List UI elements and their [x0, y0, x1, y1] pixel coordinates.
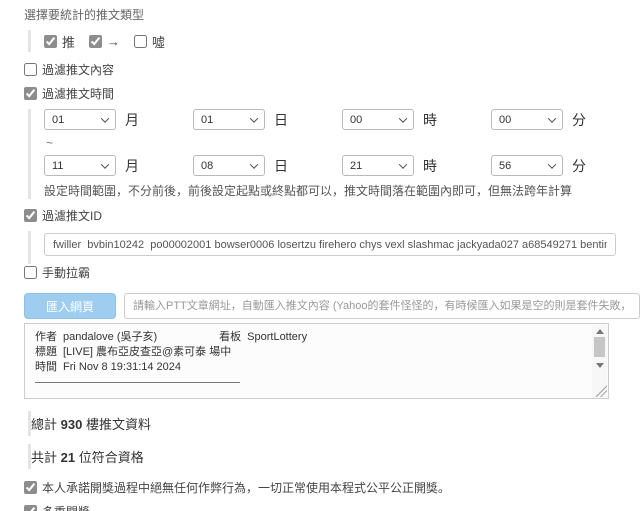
type-option-boo[interactable]: 噓 — [134, 32, 165, 51]
start-hour-value: 00 — [350, 113, 363, 126]
chevron-down-icon — [100, 159, 110, 169]
content-filter-row[interactable]: 過濾推文內容 — [24, 61, 640, 78]
end-month-value: 11 — [52, 159, 64, 172]
id-filter-row[interactable]: 過濾推文ID — [24, 207, 640, 224]
article-time: Fri Nov 8 19:31:14 2024 — [63, 361, 182, 373]
time-filter-group: 01 月 01 日 00 時 00 分 ~ 11 月 08 日 21 時 56 … — [28, 109, 640, 199]
type-filter-group: 推 → 噓 — [28, 30, 640, 52]
time-filter-label: 過濾推文時間 — [42, 87, 115, 101]
type-filter-title: 選擇要統計的推文類型 — [24, 8, 145, 22]
end-day-select[interactable]: 08 — [193, 155, 265, 176]
manual-pull-row[interactable]: 手動拉霸 — [24, 264, 640, 281]
manual-pull-label: 手動拉霸 — [42, 266, 91, 280]
arrow-checkbox[interactable] — [89, 34, 103, 48]
month-unit-label: 月 — [125, 157, 139, 174]
pledge-checkbox[interactable] — [24, 481, 37, 494]
type-option-push[interactable]: 推 — [44, 32, 75, 51]
id-filter-input[interactable] — [44, 233, 616, 256]
pledge-row[interactable]: 本人承諾開獎過程中絕無任何作弊行為，一切正常使用本程式公平公正開獎。 — [24, 479, 640, 496]
article-title-line: 標題 [LIVE] 農布亞皮查亞@素可泰 場中 — [35, 346, 232, 358]
time-filter-row[interactable]: 過濾推文時間 — [24, 85, 640, 102]
start-day-select[interactable]: 01 — [193, 109, 265, 130]
chevron-down-icon — [547, 159, 557, 169]
push-label: 推 — [62, 34, 76, 50]
time-filter-hint: 設定時間範圍，不分前後，前後設定起點或終點都可以，推文時間落在範圍內即可，但無法… — [44, 184, 573, 198]
chevron-down-icon — [398, 113, 408, 123]
push-checkbox[interactable] — [44, 34, 57, 48]
lottery-tool-page: 選擇要統計的推文類型 推 → 噓 過濾推文內容 過濾推文時間 01 月 01 日… — [0, 0, 640, 511]
total-comments-count: 930 — [60, 417, 83, 432]
time-end-row: 11 月 08 日 21 時 56 分 — [44, 155, 640, 176]
article-title: [LIVE] 農布亞皮查亞@素可泰 場中 — [63, 346, 232, 358]
time-range-tilde: ~ — [46, 136, 54, 150]
chevron-down-icon — [547, 113, 557, 123]
day-unit-label: 日 — [274, 157, 288, 174]
start-minute-select[interactable]: 00 — [491, 109, 563, 130]
board-label: 看板 — [219, 331, 242, 343]
end-hour-value: 21 — [350, 159, 363, 172]
hour-unit-label: 時 — [423, 111, 437, 128]
qualified-users-count: 21 — [60, 450, 76, 465]
end-month-select[interactable]: 11 — [44, 155, 116, 176]
time-start-row: 01 月 01 日 00 時 00 分 — [44, 109, 640, 130]
id-filter-group — [28, 231, 640, 264]
article-header-line: 作者 pandalove (吳子亥) 看板 SportLottery — [35, 330, 586, 345]
start-hour-select[interactable]: 00 — [342, 109, 414, 130]
article-separator — [35, 375, 240, 383]
start-day-value: 01 — [201, 113, 214, 126]
time-filter-checkbox[interactable] — [24, 87, 37, 100]
total-comments-stat: 總計 930 樓推文資料 — [28, 411, 640, 436]
chevron-down-icon — [249, 159, 259, 169]
hour-unit-label: 時 — [423, 157, 437, 174]
scroll-up-icon[interactable] — [596, 329, 604, 334]
start-month-value: 01 — [52, 113, 65, 126]
manual-pull-checkbox[interactable] — [24, 266, 37, 279]
content-filter-checkbox[interactable] — [24, 63, 37, 76]
author-label: 作者 — [35, 331, 57, 343]
import-url-button[interactable]: 匯入網頁 — [24, 293, 116, 319]
end-hour-select[interactable]: 21 — [342, 155, 414, 176]
import-row: 匯入網頁 — [24, 293, 640, 319]
end-day-value: 08 — [201, 159, 214, 172]
end-minute-select[interactable]: 56 — [491, 155, 563, 176]
boo-checkbox[interactable] — [134, 34, 148, 48]
qualified-users-stat: 共計 21 位符合資格 — [28, 444, 640, 469]
content-filter-label: 過濾推文內容 — [42, 63, 115, 77]
author-value: pandalove (吳子亥) — [63, 331, 158, 343]
resize-grip-icon[interactable] — [595, 385, 607, 397]
day-unit-label: 日 — [274, 111, 288, 128]
minute-unit-label: 分 — [572, 111, 586, 128]
scrollbar-thumb[interactable] — [594, 337, 605, 357]
start-minute-value: 00 — [499, 113, 512, 126]
multi-draw-label: 多重開獎 — [42, 503, 90, 511]
pledge-label: 本人承諾開獎過程中絕無任何作弊行為，一切正常使用本程式公平公正開獎。 — [42, 481, 451, 495]
article-url-input[interactable] — [124, 293, 640, 319]
chevron-down-icon — [100, 113, 110, 123]
boo-label: 噓 — [152, 34, 166, 50]
chevron-down-icon — [398, 159, 408, 169]
end-minute-value: 56 — [499, 159, 512, 172]
multi-draw-row[interactable]: 多重開獎 — [24, 503, 640, 511]
start-month-select[interactable]: 01 — [44, 109, 116, 130]
arrow-label: → — [107, 33, 121, 49]
scroll-down-icon[interactable] — [596, 363, 604, 368]
month-unit-label: 月 — [125, 111, 139, 128]
id-filter-checkbox[interactable] — [24, 209, 37, 222]
type-option-arrow[interactable]: → — [89, 34, 120, 49]
article-content-textarea[interactable]: 作者 pandalove (吳子亥) 看板 SportLottery 標題 [LIVE… — [24, 323, 609, 399]
board-value: SportLottery — [247, 331, 308, 343]
chevron-down-icon — [249, 113, 259, 123]
minute-unit-label: 分 — [572, 157, 586, 174]
id-filter-label: 過濾推文ID — [42, 209, 103, 223]
multi-draw-checkbox[interactable] — [24, 505, 37, 511]
article-time-line: 時間 Fri Nov 8 19:31:14 2024 — [35, 361, 182, 373]
